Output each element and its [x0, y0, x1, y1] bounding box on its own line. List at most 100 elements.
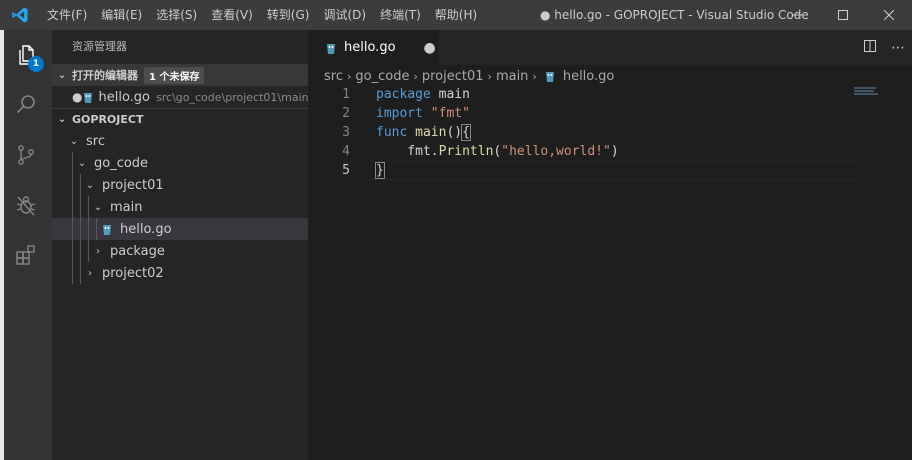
breadcrumb-separator-icon: ›: [487, 69, 492, 83]
tab-bar: hello.go ● ⋯: [308, 30, 912, 65]
tab-hello-go[interactable]: hello.go ●: [308, 30, 438, 65]
go-file-icon: [322, 41, 340, 55]
extensions-icon[interactable]: [0, 230, 52, 280]
code-token: }: [375, 162, 385, 179]
minimap-line: [854, 93, 878, 95]
title-bar: 文件(F) 编辑(E) 选择(S) 查看(V) 转到(G) 调试(D) 终端(T) 帮助(H)…: [0, 0, 912, 30]
project-header[interactable]: ⌄ GOPROJECT: [52, 108, 308, 130]
menu-item[interactable]: 帮助(H): [428, 0, 484, 30]
chevron-down-icon: ⌄: [77, 157, 87, 169]
open-editor-item[interactable]: ● hello.go src\go_code\project01\main: [52, 86, 308, 108]
tree-item-label: go_code: [94, 155, 149, 171]
breadcrumb-item[interactable]: src: [324, 69, 343, 84]
tree-item-main[interactable]: ⌄ main: [52, 196, 308, 218]
code-editor[interactable]: 1 package main 2 import "fmt" 3 func main(){4…: [308, 85, 912, 180]
line-number: 4: [342, 144, 350, 159]
minimize-icon[interactable]: [774, 0, 820, 30]
close-icon[interactable]: [866, 0, 912, 30]
breadcrumb-separator-icon: ›: [413, 69, 418, 83]
window-controls: [774, 0, 912, 30]
breadcrumb-item[interactable]: hello.go: [563, 69, 615, 84]
tree-item-src[interactable]: ⌄ src: [52, 130, 308, 152]
editor-actions: ⋯: [856, 30, 912, 65]
line-number: 3: [342, 125, 350, 140]
tree-item-hello-go[interactable]: hello.go: [52, 218, 308, 240]
code-line[interactable]: 2 import "fmt": [308, 104, 912, 123]
line-number: 5: [342, 163, 350, 178]
menu-item[interactable]: 终端(T): [373, 0, 428, 30]
current-line-highlight: [370, 161, 856, 180]
more-actions-icon[interactable]: ⋯: [884, 40, 912, 56]
indent-guide: [80, 196, 81, 218]
code-text: package main: [376, 87, 470, 102]
tree-item-project01[interactable]: ⌄ project01: [52, 174, 308, 196]
breadcrumb-item[interactable]: project01: [422, 69, 484, 84]
code-token: import: [376, 106, 423, 121]
breadcrumb-item[interactable]: main: [496, 69, 528, 84]
sidebar-title: 资源管理器: [72, 40, 127, 53]
chevron-down-icon: ⌄: [57, 69, 67, 81]
indent-guide: [88, 218, 89, 240]
code-token: Println: [438, 144, 494, 159]
menu-item[interactable]: 选择(S): [149, 0, 204, 30]
indent-guide: [88, 196, 89, 218]
tree-item-label: project02: [102, 265, 164, 281]
tree-item-package[interactable]: › package: [52, 240, 308, 262]
search-icon[interactable]: [0, 80, 52, 130]
tree-item-project02[interactable]: › project02: [52, 262, 308, 284]
dirty-dot-icon[interactable]: ●: [72, 90, 82, 104]
indent-guide: [72, 262, 73, 284]
file-tree: ⌄ src ⌄ go_code ⌄ project01 ⌄ main hello.go › pack…: [52, 130, 308, 284]
go-file-icon: [82, 90, 94, 104]
tree-item-label: src: [86, 133, 105, 149]
code-token: main: [430, 87, 470, 102]
menu-item[interactable]: 转到(G): [260, 0, 317, 30]
code-line[interactable]: 1 package main: [308, 85, 912, 104]
code-token: fmt.: [376, 144, 439, 159]
breadcrumb-item[interactable]: go_code: [355, 69, 409, 84]
tree-item-label: main: [110, 199, 143, 215]
code-token: main: [415, 125, 447, 140]
unsaved-badge: 1 个未保存: [144, 66, 205, 84]
vscode-logo-icon[interactable]: [0, 0, 40, 30]
code-line[interactable]: 5}: [308, 161, 912, 180]
tree-item-go_code[interactable]: ⌄ go_code: [52, 152, 308, 174]
source-control-icon[interactable]: [0, 130, 52, 180]
split-editor-icon[interactable]: [856, 39, 884, 57]
code-line[interactable]: 3 func main(){: [308, 123, 912, 142]
chevron-down-icon: ⌄: [57, 114, 67, 125]
code-token: (): [446, 125, 463, 140]
debug-icon[interactable]: [0, 180, 52, 230]
code-token: func: [376, 125, 408, 140]
minimap[interactable]: [854, 87, 888, 96]
code-token: {: [461, 124, 471, 141]
go-file-icon: [541, 69, 559, 83]
explorer-icon[interactable]: 1: [0, 30, 52, 80]
chevron-right-icon: ›: [88, 267, 92, 279]
indent-guide: [72, 174, 73, 196]
chevron-down-icon: ⌄: [85, 179, 95, 191]
code-text: fmt.Println("hello,world!"): [376, 144, 618, 159]
minimap-line: [854, 87, 876, 89]
line-number: 2: [342, 106, 350, 121]
menu-item[interactable]: 编辑(E): [94, 0, 149, 30]
menu-item[interactable]: 文件(F): [40, 0, 94, 30]
code-text: }: [375, 162, 385, 179]
indent-guide: [72, 240, 73, 262]
tree-item-label: project01: [102, 177, 164, 193]
minimap-line: [854, 90, 874, 92]
indent-guide: [72, 218, 73, 240]
editor-group: hello.go ● ⋯ src › go_code › project01 › main ›…: [308, 30, 912, 460]
maximize-icon[interactable]: [820, 0, 866, 30]
open-editors-header[interactable]: ⌄ 打开的编辑器 1 个未保存: [52, 64, 308, 86]
tree-item-label: package: [110, 243, 165, 259]
menu-item[interactable]: 查看(V): [204, 0, 260, 30]
code-token: "fmt": [430, 106, 470, 121]
tab-dirty-icon[interactable]: ●: [424, 40, 436, 56]
menu-item[interactable]: 调试(D): [316, 0, 373, 30]
code-line[interactable]: 4 fmt.Println("hello,world!"): [308, 142, 912, 161]
indent-guide: [80, 262, 81, 284]
indent-guide: [80, 240, 81, 262]
